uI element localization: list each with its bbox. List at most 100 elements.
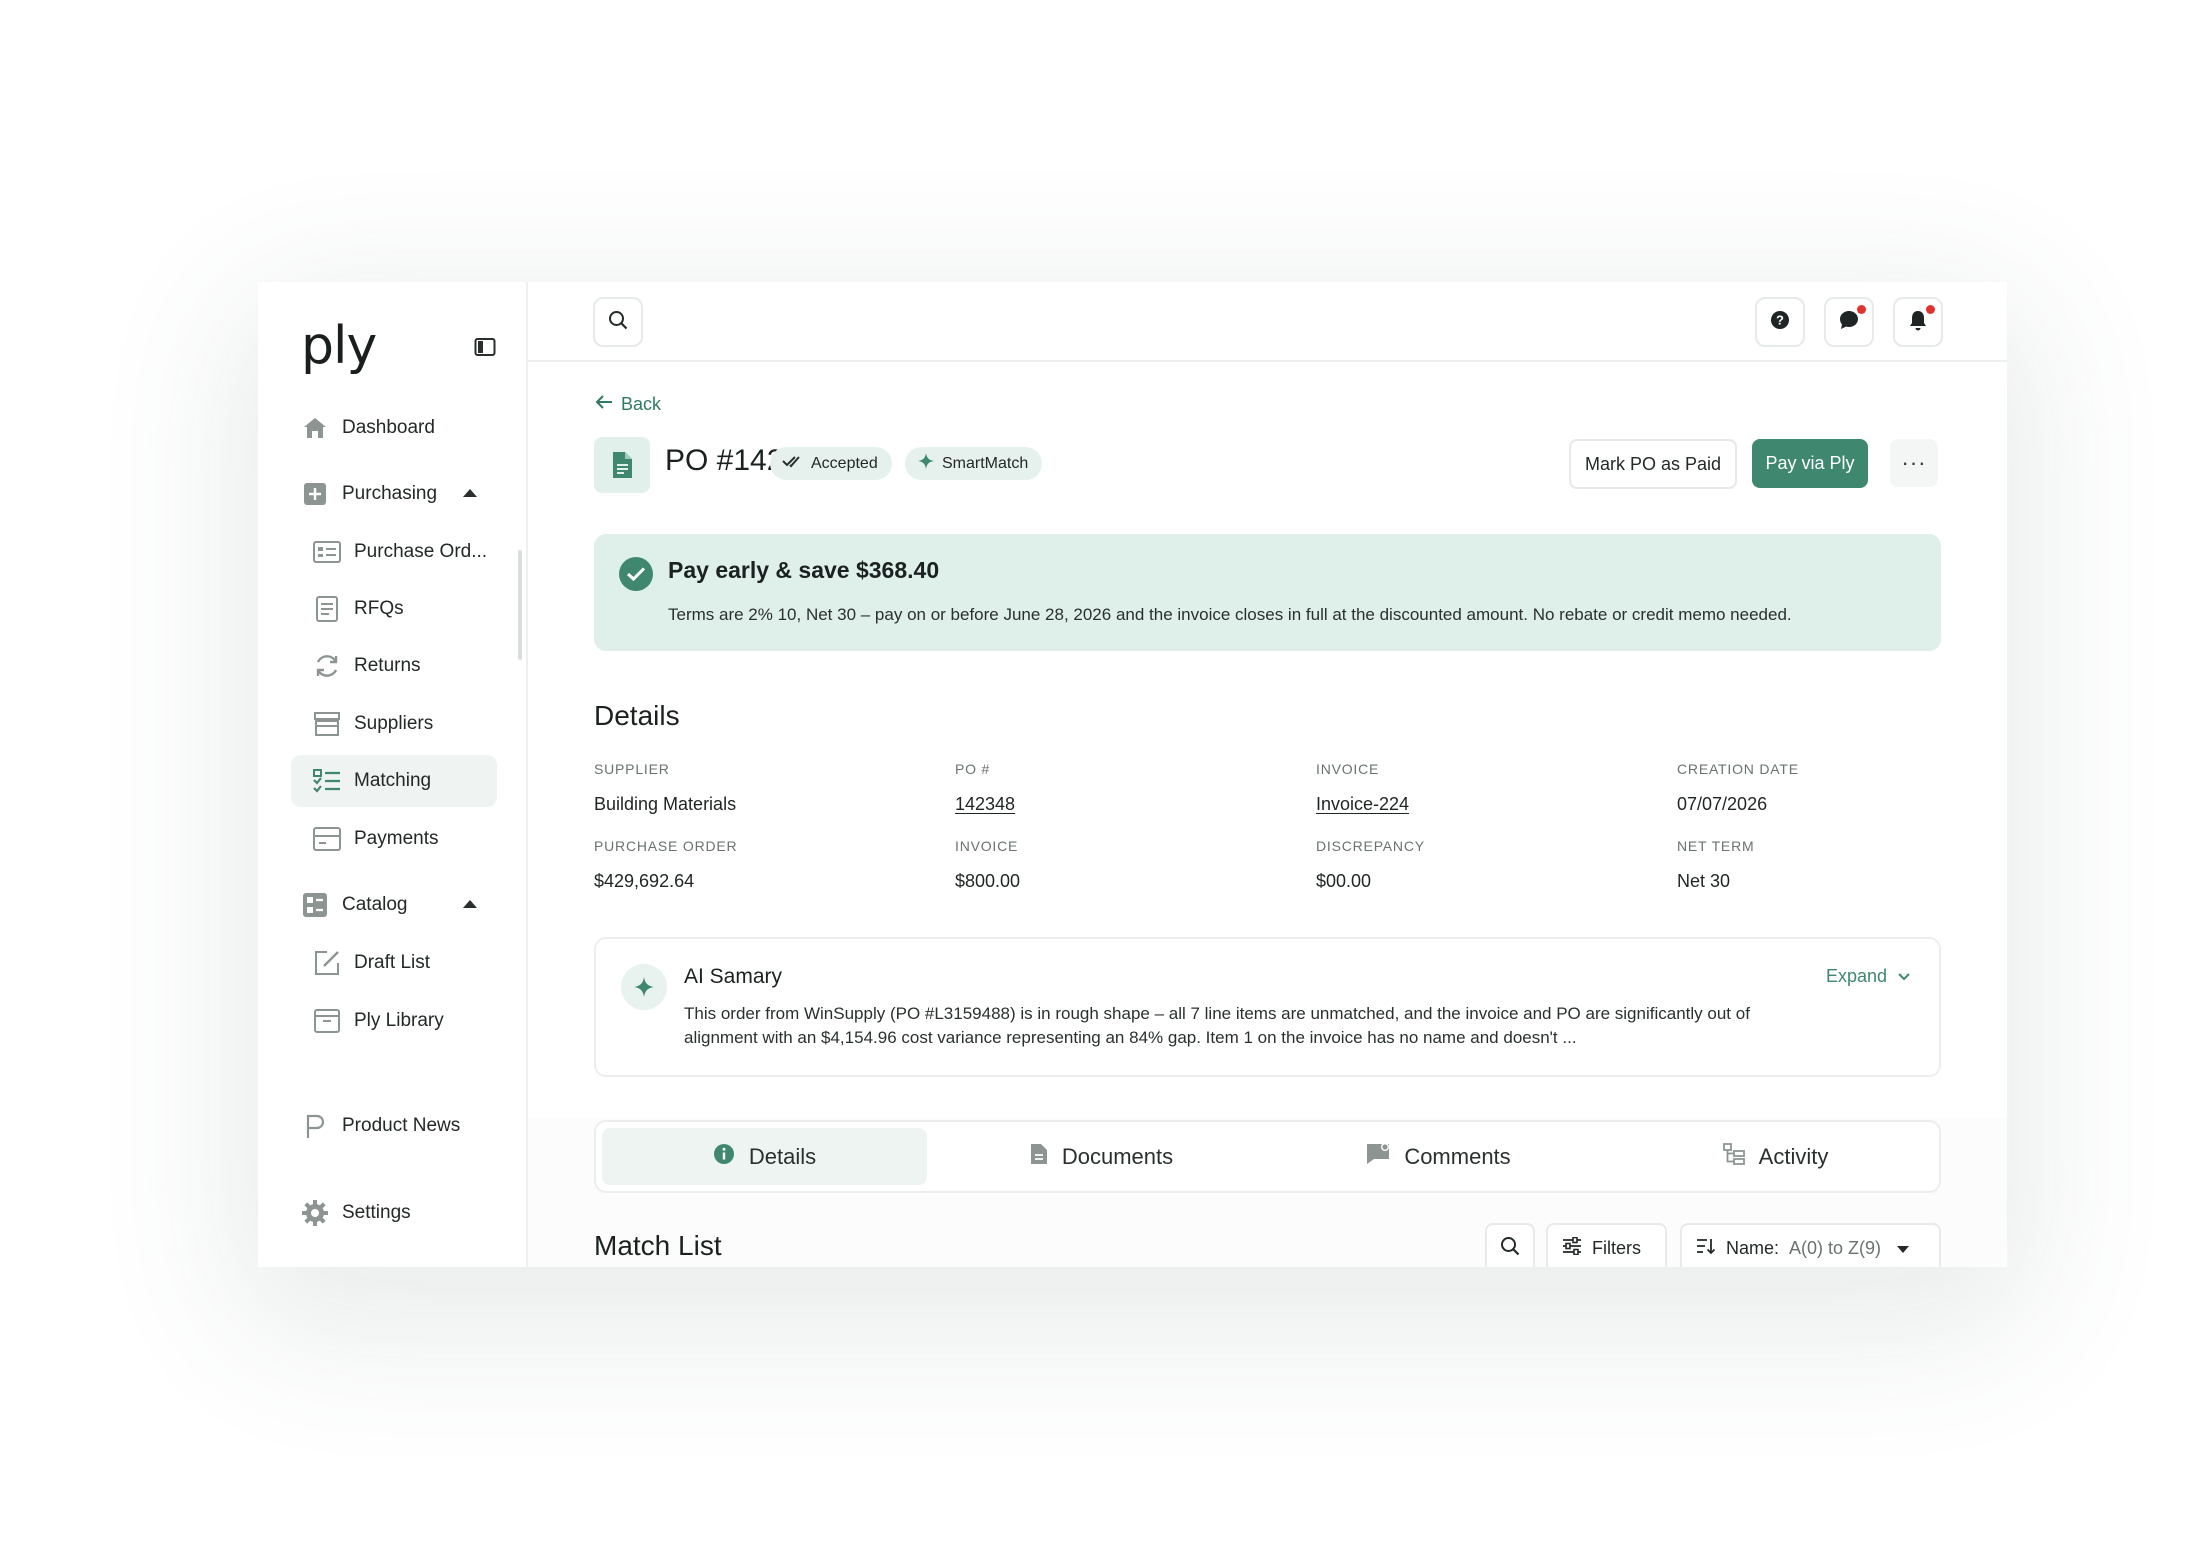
sort-icon [1696,1237,1716,1260]
po-document-icon [594,437,650,493]
sidebar-item-dashboard[interactable]: Dashboard [291,402,497,454]
caret-up-icon[interactable] [463,489,477,497]
refresh-icon [313,652,341,680]
field-label: INVOICE [1316,761,1380,777]
messages-button[interactable] [1824,297,1874,347]
banner-text: Terms are 2% 10, Net 30 – pay on or befo… [668,605,1792,624]
news-icon [301,1112,329,1140]
tab-comments[interactable]: Comments [1276,1128,1601,1185]
caret-up-icon[interactable] [463,900,477,908]
mark-po-paid-button[interactable]: Mark PO as Paid [1569,439,1737,489]
sidebar-item-catalog[interactable]: Catalog [291,879,497,931]
invoice-amount-value: $800.00 [955,871,1021,891]
net-term-value: Net 30 [1677,871,1731,891]
tab-details[interactable]: Details [602,1128,927,1185]
sidebar-item-returns[interactable]: Returns [291,640,497,692]
detail-tabs: Details Documents Comments Activity [594,1120,1941,1193]
document-icon [1030,1143,1048,1171]
sidebar-scrollbar[interactable] [518,550,522,660]
match-list-heading: Match List [594,1230,722,1261]
search-button[interactable] [593,297,643,347]
sidebar-item-label: Purchase Ord... [354,541,488,562]
sidebar-collapse-icon[interactable] [474,337,496,357]
home-icon [301,414,329,442]
arrow-left-icon [595,394,613,415]
ai-summary-text: This order from WinSupply (PO #L3159488)… [684,1004,1750,1047]
pay-via-ply-button[interactable]: Pay via Ply [1752,439,1868,488]
sparkle-icon [621,964,667,1010]
search-icon [608,310,628,335]
notifications-button[interactable] [1893,297,1943,347]
more-options-button[interactable]: ··· [1890,439,1938,487]
help-icon: ? [1770,310,1790,335]
gear-icon [301,1199,329,1227]
sidebar-item-purchasing[interactable]: Purchasing [291,468,497,520]
help-button[interactable]: ? [1755,297,1805,347]
top-bar: ? [528,282,2007,362]
purchase-order-value: $429,692.64 [594,871,695,891]
sparkle-icon [917,452,935,475]
filters-button[interactable]: Filters [1546,1223,1667,1267]
expand-label: Expand [1826,966,1888,986]
invoice-link[interactable]: Invoice-224 [1316,794,1409,815]
field-label: DISCREPANCY [1316,838,1425,854]
edit-icon [313,949,341,977]
supplier-value: Building Materials [594,794,737,814]
tab-label: Comments [1404,1143,1511,1169]
back-link[interactable]: Back [595,394,661,415]
match-list-search-button[interactable] [1485,1223,1535,1267]
sidebar-item-label: Product News [342,1115,461,1136]
more-dots-icon: ··· [1901,450,1927,475]
details-heading: Details [594,700,680,731]
sort-value: A(0) to Z(9) [1789,1237,1882,1258]
main-content: ? Back PO #142348 Accepted SmartMatch Ma… [528,282,2007,1267]
smartmatch-badge: SmartMatch [905,447,1043,480]
sort-dropdown[interactable]: Name: A(0) to Z(9) [1680,1223,1941,1267]
sort-label: Name: [1726,1237,1780,1258]
po-number-link[interactable]: 142348 [955,794,1015,815]
sidebar-item-label: Ply Library [354,1010,444,1031]
archive-icon [313,1007,341,1035]
sidebar-item-rfqs[interactable]: RFQs [291,583,497,635]
sidebar-item-matching[interactable]: Matching [291,755,497,807]
sidebar-item-label: Dashboard [342,417,435,438]
sidebar-item-ply-library[interactable]: Ply Library [291,995,497,1047]
field-label: PURCHASE ORDER [594,838,738,854]
double-check-icon [782,454,804,473]
tab-label: Activity [1758,1143,1829,1169]
sidebar-item-label: Settings [342,1202,411,1223]
sidebar-item-settings[interactable]: Settings [291,1187,497,1239]
tab-documents[interactable]: Documents [939,1128,1264,1185]
chat-bubble-icon [1838,309,1860,336]
sidebar-item-product-news[interactable]: Product News [291,1100,497,1152]
chevron-down-icon [1897,966,1911,987]
notification-dot [1926,305,1935,314]
sidebar-item-payments[interactable]: Payments [291,813,497,865]
caret-down-icon [1897,1238,1910,1259]
svg-text:?: ? [1776,312,1784,327]
ply-logo[interactable]: ply [301,320,377,372]
comment-icon [1366,1142,1390,1171]
expand-button[interactable]: Expand [1826,966,1911,987]
filters-label: Filters [1592,1237,1641,1258]
sidebar-item-label: Returns [354,655,421,676]
ai-summary-card: AI Samary This order from WinSupply (PO … [594,937,1941,1077]
sidebar-item-label: RFQs [354,598,404,619]
discrepancy-value: $00.00 [1316,871,1372,891]
info-icon [713,1143,735,1171]
checklist-icon [313,767,341,795]
sidebar-item-draft-list[interactable]: Draft List [291,937,497,989]
sidebar-item-label: Payments [354,828,439,849]
grid-list-icon [301,891,329,919]
document-icon [313,595,341,623]
tab-label: Details [748,1143,817,1169]
sidebar-item-suppliers[interactable]: Suppliers [291,698,497,750]
early-pay-banner: Pay early & save $368.40 Terms are 2% 10… [594,534,1941,651]
sidebar-item-label: Suppliers [354,713,434,734]
notification-dot [1857,305,1866,314]
store-icon [313,710,341,738]
tab-activity[interactable]: Activity [1613,1128,1938,1185]
creation-date-value: 07/07/2026 [1677,794,1768,814]
sidebar-item-purchase-orders[interactable]: Purchase Ord... [291,526,497,578]
sidebar-item-label: Purchasing [342,483,438,504]
